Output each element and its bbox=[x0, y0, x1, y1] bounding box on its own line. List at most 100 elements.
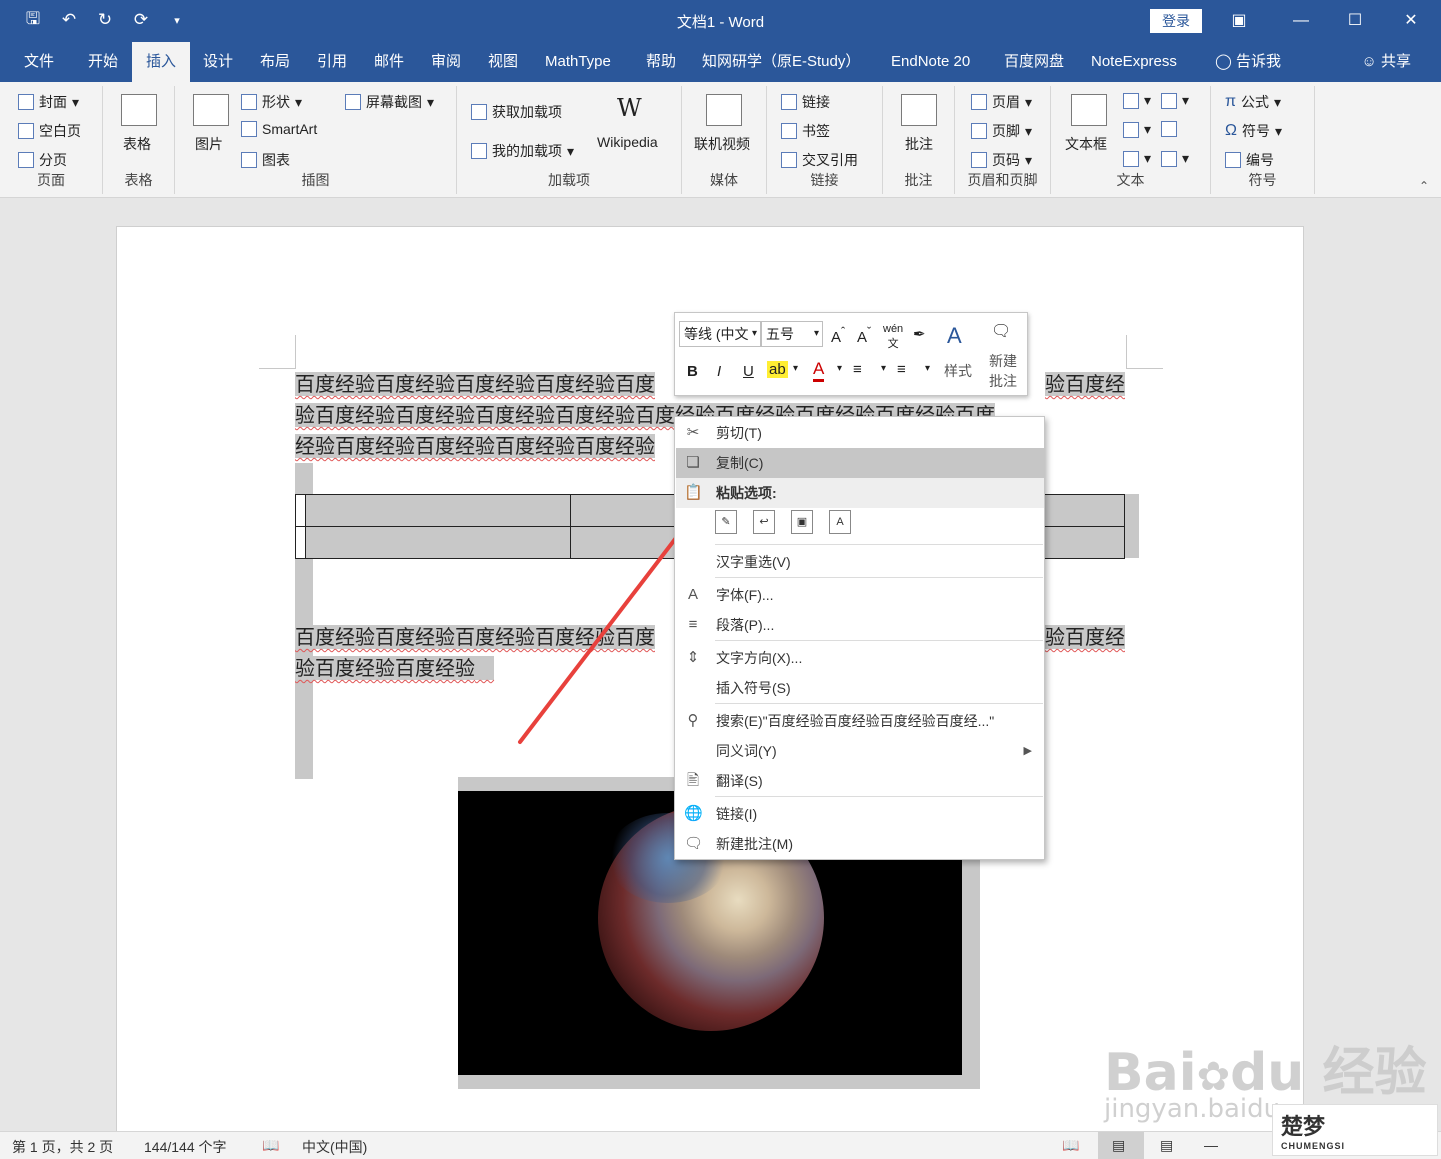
language-indicator[interactable]: 中文(中国) bbox=[302, 1137, 367, 1157]
paste-picture-icon[interactable]: ▣ bbox=[791, 510, 813, 534]
signature-line-button[interactable]: ▾ bbox=[1161, 92, 1189, 109]
grow-font-icon[interactable]: Aˆ bbox=[831, 325, 845, 346]
header-button[interactable]: 页眉 ▾ bbox=[971, 92, 1032, 112]
textbox-icon[interactable] bbox=[1071, 94, 1107, 126]
tab-mailings[interactable]: 邮件 bbox=[374, 42, 404, 82]
login-button[interactable]: 登录 bbox=[1150, 9, 1202, 33]
menu-item-search[interactable]: ⚲ 搜索(E)"百度经验百度经验百度经验百度经..." bbox=[676, 706, 1044, 736]
menu-item-copy[interactable]: ❏ 复制(C) bbox=[676, 448, 1044, 478]
tab-mathtype[interactable]: MathType bbox=[545, 42, 611, 82]
table-button-label[interactable]: 表格 bbox=[123, 134, 151, 154]
bullets-icon[interactable]: ≡ bbox=[853, 361, 862, 378]
equation-button[interactable]: π 公式 ▾ bbox=[1225, 92, 1281, 112]
quick-parts-button[interactable]: ▾ bbox=[1123, 92, 1151, 109]
online-video-label[interactable]: 联机视频 bbox=[694, 134, 750, 154]
tell-me-search[interactable]: ◯ 告诉我 bbox=[1215, 42, 1281, 82]
tab-home[interactable]: 开始 bbox=[88, 42, 118, 82]
chevron-down-icon[interactable]: ▾ bbox=[837, 363, 842, 374]
font-size-combo[interactable]: 五号 ▾ bbox=[761, 321, 823, 347]
read-mode-icon[interactable]: 📖 bbox=[1062, 1137, 1079, 1154]
picture-button-label[interactable]: 图片 bbox=[195, 134, 223, 154]
numbering-button[interactable]: 编号 bbox=[1225, 150, 1274, 170]
font-name-combo[interactable]: 等线 (中文 ▾ bbox=[679, 321, 761, 347]
styles-label[interactable]: 样式 bbox=[943, 361, 973, 381]
table-cell[interactable] bbox=[304, 526, 571, 559]
paragraph-2[interactable]: 百度经验百度经验百度经验百度经验百度 验百度经验百度经验 bbox=[295, 622, 655, 684]
web-layout-icon[interactable]: ▤ bbox=[1160, 1137, 1173, 1154]
new-comment-icon[interactable]: 🗨 bbox=[991, 321, 1011, 341]
menu-item-reconversion[interactable]: 汉字重选(V) bbox=[676, 547, 1044, 577]
italic-button[interactable]: I bbox=[717, 363, 721, 380]
zoom-out-icon[interactable]: — bbox=[1204, 1137, 1218, 1153]
object-button[interactable]: ▾ bbox=[1161, 150, 1189, 167]
cover-page-button[interactable]: 封面 ▾ bbox=[18, 92, 79, 112]
proofing-icon[interactable]: 📖 bbox=[262, 1137, 279, 1154]
share-button[interactable]: ☺ 共享 bbox=[1361, 42, 1411, 82]
paste-text-only-icon[interactable]: A bbox=[829, 510, 851, 534]
paste-keep-source-icon[interactable]: ✎ bbox=[715, 510, 737, 534]
get-addins-button[interactable]: 获取加载项 bbox=[471, 102, 562, 122]
close-icon[interactable]: ✕ bbox=[1386, 6, 1436, 36]
my-addins-button[interactable]: 我的加载项 ▾ bbox=[471, 141, 574, 161]
menu-item-link[interactable]: 🌐 链接(I) bbox=[676, 799, 1044, 829]
textbox-label[interactable]: 文本框 bbox=[1065, 134, 1107, 154]
highlight-color-icon[interactable]: ab bbox=[767, 361, 788, 378]
tab-review[interactable]: 审阅 bbox=[431, 42, 461, 82]
tab-references[interactable]: 引用 bbox=[317, 42, 347, 82]
table-icon[interactable] bbox=[121, 94, 157, 126]
tab-layout[interactable]: 布局 bbox=[260, 42, 290, 82]
comment-label[interactable]: 批注 bbox=[905, 134, 933, 154]
tab-design[interactable]: 设计 bbox=[203, 42, 233, 82]
online-video-icon[interactable] bbox=[706, 94, 742, 126]
menu-item-translate[interactable]: 🖹 翻译(S) bbox=[676, 766, 1044, 796]
wikipedia-label[interactable]: Wikipedia bbox=[597, 134, 658, 150]
chevron-down-icon[interactable]: ▾ bbox=[925, 363, 930, 374]
table-cell[interactable] bbox=[304, 494, 571, 527]
collapse-ribbon-icon[interactable]: ⌃ bbox=[1419, 179, 1429, 193]
link-button[interactable]: 链接 bbox=[781, 92, 830, 112]
paste-merge-format-icon[interactable]: ↩ bbox=[753, 510, 775, 534]
tab-cnki[interactable]: 知网研学（原E-Study） bbox=[702, 42, 860, 82]
tab-baidu-netdisk[interactable]: 百度网盘 bbox=[1004, 42, 1064, 82]
table-cell[interactable] bbox=[295, 494, 306, 527]
minimize-icon[interactable]: — bbox=[1276, 6, 1326, 36]
page-break-button[interactable]: 分页 bbox=[18, 150, 67, 170]
footer-button[interactable]: 页脚 ▾ bbox=[971, 121, 1032, 141]
picture-icon[interactable] bbox=[193, 94, 229, 126]
cross-reference-button[interactable]: 交叉引用 bbox=[781, 150, 858, 170]
menu-item-new-comment[interactable]: 🗨 新建批注(M) bbox=[676, 829, 1044, 859]
smartart-button[interactable]: SmartArt bbox=[241, 121, 317, 137]
comment-icon[interactable] bbox=[901, 94, 937, 126]
date-time-button[interactable] bbox=[1161, 121, 1177, 137]
page-number-button[interactable]: 页码 ▾ bbox=[971, 150, 1032, 170]
styles-icon[interactable]: A bbox=[947, 323, 962, 349]
tab-help[interactable]: 帮助 bbox=[646, 42, 676, 82]
word-count[interactable]: 144/144 个字 bbox=[144, 1137, 227, 1157]
tab-noteexpress[interactable]: NoteExpress bbox=[1091, 42, 1177, 82]
symbol-button[interactable]: Ω 符号 ▾ bbox=[1225, 121, 1282, 141]
wordart-button[interactable]: ▾ bbox=[1123, 121, 1151, 138]
format-painter-icon[interactable]: ✒ bbox=[913, 325, 926, 343]
numbering-list-icon[interactable]: ≡ bbox=[897, 361, 906, 378]
menu-item-font[interactable]: A 字体(F)... bbox=[676, 580, 1044, 610]
drop-cap-button[interactable]: ▾ bbox=[1123, 150, 1151, 167]
tab-file[interactable]: 文件 bbox=[24, 42, 54, 82]
menu-item-synonyms[interactable]: 同义词(Y) ▶ bbox=[676, 736, 1044, 766]
phonetic-guide-icon[interactable]: wén 文 bbox=[883, 323, 903, 351]
chevron-down-icon[interactable]: ▾ bbox=[881, 363, 886, 374]
tab-endnote[interactable]: EndNote 20 bbox=[891, 42, 970, 82]
tab-view[interactable]: 视图 bbox=[488, 42, 518, 82]
screenshot-button[interactable]: 屏幕截图 ▾ bbox=[345, 92, 434, 112]
menu-item-insert-symbol[interactable]: 插入符号(S) bbox=[676, 673, 1044, 703]
chart-button[interactable]: 图表 bbox=[241, 150, 290, 170]
page-count[interactable]: 第 1 页，共 2 页 bbox=[12, 1137, 113, 1157]
bold-button[interactable]: B bbox=[687, 363, 698, 380]
blank-page-button[interactable]: 空白页 bbox=[18, 121, 81, 141]
menu-item-text-direction[interactable]: ⇕ 文字方向(X)... bbox=[676, 643, 1044, 673]
print-layout-icon[interactable]: ▤ bbox=[1098, 1132, 1144, 1159]
new-comment-label[interactable]: 新建 批注 bbox=[985, 351, 1021, 391]
shapes-button[interactable]: 形状 ▾ bbox=[241, 92, 302, 112]
wikipedia-icon[interactable]: W bbox=[617, 94, 642, 122]
menu-item-cut[interactable]: ✂ 剪切(T) bbox=[676, 418, 1044, 448]
maximize-icon[interactable]: ☐ bbox=[1330, 6, 1380, 36]
